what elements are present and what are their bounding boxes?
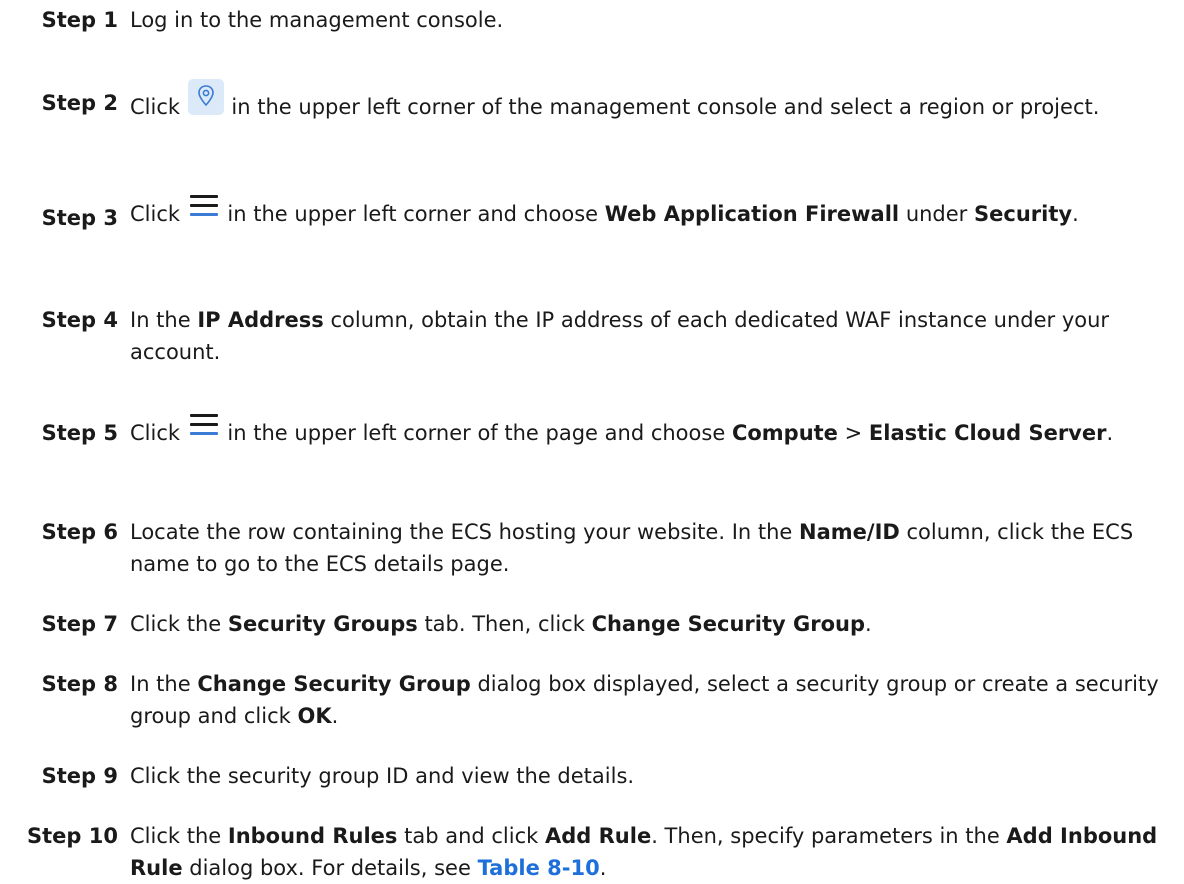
step-label: Step 6 <box>41 520 118 544</box>
step-label: Step 10 <box>27 824 118 848</box>
step-label: Step 3 <box>41 206 118 230</box>
step-text: Log in to the management console. <box>130 8 504 32</box>
step-text: In the Change Security Group dialog box … <box>130 672 1159 728</box>
hamburger-menu-icon <box>187 189 221 232</box>
step-text: Click in the upper left corner of the pa… <box>130 408 1160 451</box>
step-label: Step 5 <box>41 421 118 445</box>
location-pin-icon <box>187 78 225 125</box>
step-text: Click the Security Groups tab. Then, cli… <box>130 612 872 636</box>
step-text: Locate the row containing the ECS hostin… <box>130 520 1134 576</box>
step-label: Step 7 <box>41 612 118 636</box>
procedure-document: Step 1 Log in to the management console.… <box>0 0 1184 884</box>
step-text: In the IP Address column, obtain the IP … <box>130 308 1110 364</box>
step-label: Step 4 <box>41 308 118 332</box>
step-text: Click the Inbound Rules tab and click Ad… <box>130 824 1158 880</box>
step-label: Step 2 <box>41 91 118 115</box>
step-label: Step 9 <box>41 764 118 788</box>
step-text: Click the security group ID and view the… <box>130 764 635 788</box>
step-label: Step 8 <box>41 672 118 696</box>
table-8-10-link[interactable]: Table 8-10 <box>478 856 600 880</box>
hamburger-menu-icon <box>187 408 221 451</box>
step-label: Step 1 <box>41 8 118 32</box>
step-text: Click in the upper left corner and choos… <box>130 189 1160 232</box>
step-text: Click in the upper left corner of the ma… <box>130 78 1160 125</box>
